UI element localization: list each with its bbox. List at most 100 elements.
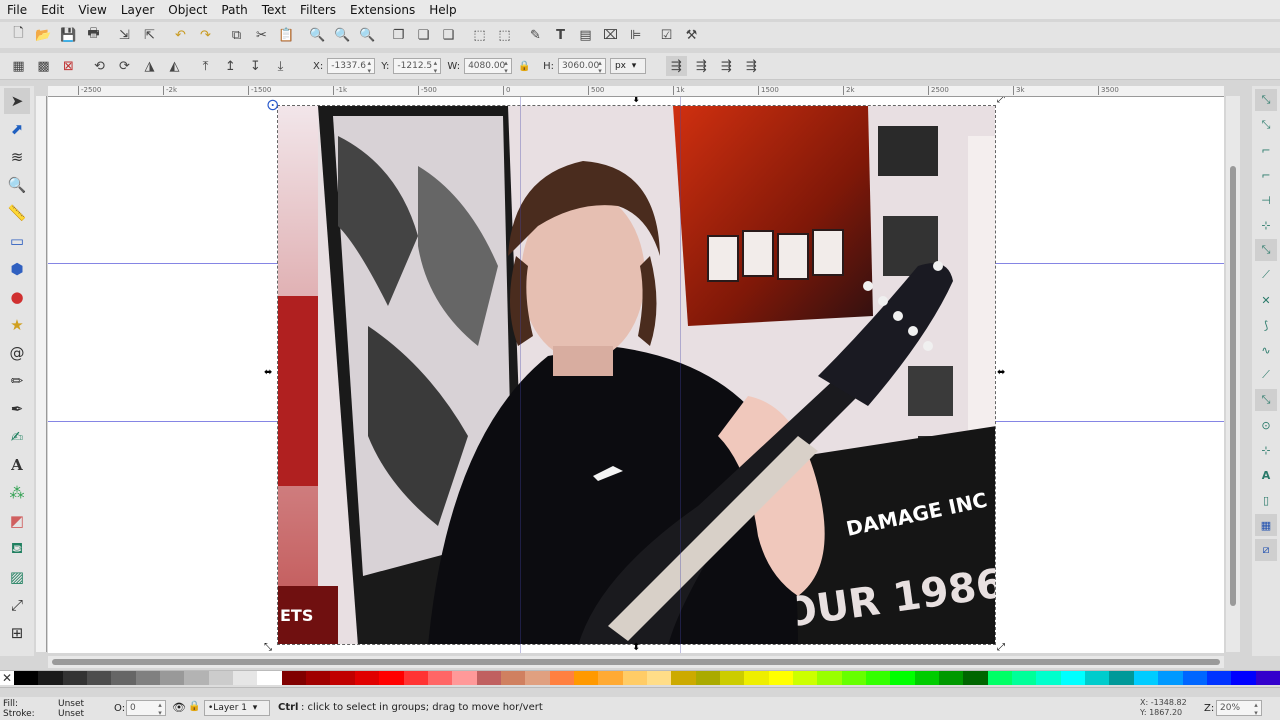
- zoom-field[interactable]: 20%: [1216, 700, 1262, 717]
- opacity-field[interactable]: 0: [126, 700, 166, 717]
- lock-icon[interactable]: 🔒: [188, 701, 200, 712]
- handle-top-icon[interactable]: ⬍: [632, 97, 640, 105]
- palette-swatch[interactable]: [1036, 671, 1061, 685]
- pencil-tool-icon[interactable]: ✏: [4, 368, 30, 394]
- snap-nodes-icon[interactable]: ⤡: [1255, 239, 1277, 261]
- horizontal-scrollbar[interactable]: [48, 656, 1224, 668]
- layers-icon[interactable]: ▤: [575, 25, 596, 45]
- text-font-icon[interactable]: T: [550, 25, 571, 45]
- handle-top-left-icon[interactable]: ⊙: [266, 97, 279, 114]
- cut-icon[interactable]: ✂: [251, 25, 272, 45]
- select-all-icon[interactable]: ▦: [8, 56, 29, 76]
- palette-swatch[interactable]: [841, 671, 867, 685]
- palette-swatch[interactable]: [427, 671, 453, 685]
- snap-path-icon[interactable]: ⟋: [1255, 264, 1277, 286]
- menu-text[interactable]: Text: [255, 3, 293, 17]
- palette-swatch[interactable]: [330, 671, 355, 685]
- palette-swatch[interactable]: [598, 671, 623, 685]
- palette-swatch[interactable]: [1231, 671, 1256, 685]
- menu-file[interactable]: File: [0, 3, 34, 17]
- menu-path[interactable]: Path: [214, 3, 254, 17]
- lower-to-bottom-icon[interactable]: ⤓: [270, 56, 291, 76]
- node-tool-icon[interactable]: ⬈: [4, 116, 30, 142]
- handle-left-icon[interactable]: ⬌: [264, 367, 272, 378]
- palette-swatch[interactable]: [573, 671, 599, 685]
- import-icon[interactable]: ⇲: [114, 25, 135, 45]
- raise-icon[interactable]: ↥: [220, 56, 241, 76]
- palette-swatch[interactable]: [257, 671, 282, 685]
- palette-swatch[interactable]: [890, 671, 915, 685]
- handle-bottom-left-icon[interactable]: ⤡: [264, 642, 272, 653]
- eraser-tool-icon[interactable]: ◩: [4, 508, 30, 534]
- h-field[interactable]: 3060.00: [557, 58, 606, 75]
- flip-vertical-icon[interactable]: ◭: [164, 56, 185, 76]
- palette-swatch[interactable]: [379, 671, 404, 685]
- snap-smooth-icon[interactable]: ∿: [1255, 339, 1277, 361]
- star-tool-icon[interactable]: ★: [4, 312, 30, 338]
- menu-object[interactable]: Object: [161, 3, 214, 17]
- palette-swatch[interactable]: [1133, 671, 1159, 685]
- unit-select[interactable]: px ▾: [609, 58, 646, 74]
- selected-photo[interactable]: DAMAGE INC TOUR 1986 ETS: [277, 105, 996, 645]
- document-properties-icon[interactable]: ☑: [656, 25, 677, 45]
- palette-swatch[interactable]: [14, 671, 39, 685]
- align-distribute-icon[interactable]: ⊫: [625, 25, 646, 45]
- x-field[interactable]: -1337.6: [327, 58, 376, 75]
- palette-swatch[interactable]: [1012, 671, 1037, 685]
- redo-icon[interactable]: ↷: [195, 25, 216, 45]
- scale-corners-icon[interactable]: ⇶: [691, 56, 712, 76]
- handle-top-right-icon[interactable]: ⤢: [997, 97, 1005, 105]
- palette-swatch[interactable]: [719, 671, 745, 685]
- 3d-box-tool-icon[interactable]: ⬢: [4, 256, 30, 282]
- preferences-icon[interactable]: ⚒: [681, 25, 702, 45]
- palette-swatch[interactable]: [768, 671, 793, 685]
- zoom-page-icon[interactable]: 🔍: [357, 25, 378, 45]
- open-file-icon[interactable]: 📂: [33, 25, 54, 45]
- palette-swatch[interactable]: [111, 671, 136, 685]
- palette-swatch[interactable]: [866, 671, 891, 685]
- palette-swatch[interactable]: [525, 671, 550, 685]
- vertical-scroll-thumb[interactable]: [1230, 166, 1236, 606]
- palette-swatch[interactable]: [1206, 671, 1232, 685]
- palette-swatch[interactable]: [184, 671, 209, 685]
- palette-swatch[interactable]: [622, 671, 647, 685]
- calligraphy-tool-icon[interactable]: ✍: [4, 424, 30, 450]
- select-all-layers-icon[interactable]: ▩: [33, 56, 54, 76]
- rotate-cw-icon[interactable]: ⟳: [114, 56, 135, 76]
- snap-others-icon[interactable]: ⊹: [1255, 439, 1277, 461]
- palette-swatch[interactable]: [1085, 671, 1110, 685]
- group-icon[interactable]: ⬚: [469, 25, 490, 45]
- y-field[interactable]: -1212.5: [393, 58, 442, 75]
- horizontal-ruler[interactable]: -2500 -2k -1500 -1k -500 0 500 1k 1500 2k 2500 3k 35…: [48, 86, 1224, 97]
- palette-swatch[interactable]: [281, 671, 307, 685]
- menu-help[interactable]: Help: [422, 3, 463, 17]
- save-icon[interactable]: 💾: [58, 25, 79, 45]
- snap-grid-icon[interactable]: ▦: [1255, 514, 1277, 536]
- snap-midpoint-icon[interactable]: ⟋: [1255, 364, 1277, 386]
- pen-tool-icon[interactable]: ✒: [4, 396, 30, 422]
- palette-swatch[interactable]: [306, 671, 331, 685]
- zoom-tool-icon[interactable]: 🔍: [4, 172, 30, 198]
- palette-swatch[interactable]: [1182, 671, 1207, 685]
- palette-swatch[interactable]: [208, 671, 234, 685]
- clone-icon[interactable]: ❏: [413, 25, 434, 45]
- handle-right-icon[interactable]: ⬌: [997, 367, 1005, 378]
- palette-swatch[interactable]: [549, 671, 574, 685]
- palette-swatch[interactable]: [354, 671, 380, 685]
- undo-icon[interactable]: ↶: [170, 25, 191, 45]
- print-icon[interactable]: 🖶: [83, 25, 104, 45]
- xml-editor-icon[interactable]: ⌧: [600, 25, 621, 45]
- palette-swatch[interactable]: [403, 671, 428, 685]
- palette-swatch[interactable]: [1158, 671, 1183, 685]
- copy-icon[interactable]: ⧉: [226, 25, 247, 45]
- palette-swatch[interactable]: [62, 671, 88, 685]
- move-gradients-icon[interactable]: ⇶: [716, 56, 737, 76]
- snap-text-baseline-icon[interactable]: A: [1255, 464, 1277, 486]
- zoom-drawing-icon[interactable]: 🔍: [332, 25, 353, 45]
- palette-swatch[interactable]: [744, 671, 769, 685]
- menu-view[interactable]: View: [71, 3, 113, 17]
- palette-swatch[interactable]: [135, 671, 161, 685]
- handle-bottom-icon[interactable]: ⬍: [632, 642, 640, 653]
- vertical-scrollbar[interactable]: [1226, 96, 1240, 652]
- fill-value[interactable]: Unset: [58, 699, 84, 709]
